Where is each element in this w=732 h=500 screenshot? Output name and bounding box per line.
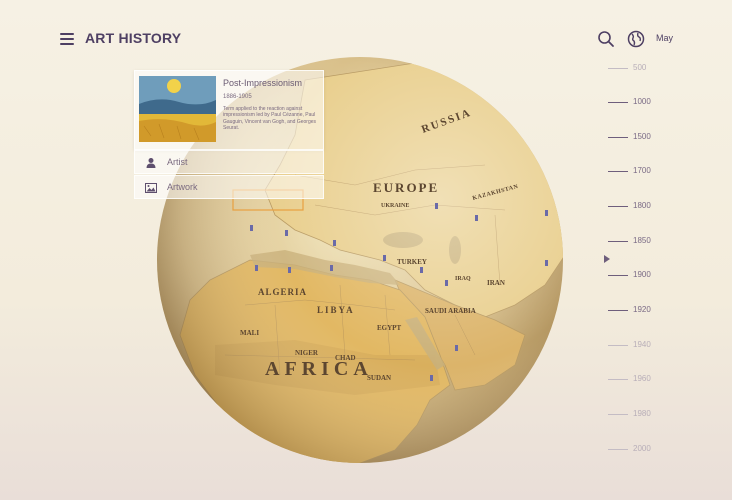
movement-description: Term applied to the reaction against imp… — [223, 106, 317, 131]
timeline-slider[interactable]: 500 1000 1500 1700 1800 1850 1900 1920 1… — [600, 55, 700, 465]
movement-years: 1886-1905 — [223, 94, 252, 100]
artwork-link[interactable]: Artwork — [134, 175, 324, 199]
map-label-europe: EUROPE — [373, 180, 439, 195]
map-pin[interactable] — [288, 267, 291, 273]
map-pin[interactable] — [285, 230, 288, 236]
map-pin[interactable] — [250, 225, 253, 231]
movement-title: Post-Impressionism — [223, 78, 303, 88]
map-label-africa: AFRICA — [265, 358, 373, 380]
image-icon — [145, 181, 157, 193]
search-icon[interactable] — [597, 30, 615, 48]
map-label-mali: MALI — [240, 329, 259, 337]
timeline-marker-icon[interactable] — [604, 255, 610, 263]
language-selector[interactable]: May — [656, 33, 673, 43]
map-pin[interactable] — [430, 375, 433, 381]
map-label-saudi-arabia: SAUDI ARABIA — [425, 307, 476, 315]
map-pin[interactable] — [435, 203, 438, 209]
map-pin[interactable] — [545, 210, 548, 216]
map-label-algeria: ALGERIA — [258, 287, 307, 297]
map-label-niger: NIGER — [295, 349, 319, 357]
artwork-label: Artwork — [167, 182, 198, 192]
map-pin[interactable] — [333, 240, 336, 246]
map-pin[interactable] — [445, 280, 448, 286]
map-label-egypt: EGYPT — [377, 324, 401, 332]
person-icon — [145, 156, 157, 168]
map-pin[interactable] — [455, 345, 458, 351]
hamburger-menu-icon[interactable] — [60, 33, 74, 45]
globe-icon[interactable] — [627, 30, 645, 48]
app-title: ART HISTORY — [85, 30, 182, 46]
map-pin[interactable] — [255, 265, 258, 271]
map-pin[interactable] — [420, 267, 423, 273]
map-label-libya: LIBYA — [317, 305, 355, 315]
map-label-iran: IRAN — [487, 279, 505, 287]
map-pin[interactable] — [383, 255, 386, 261]
map-pin[interactable] — [545, 260, 548, 266]
map-label-iraq: IRAQ — [455, 276, 471, 282]
map-pin[interactable] — [475, 215, 478, 221]
map-label-ukraine: UKRAINE — [381, 203, 409, 209]
artist-link[interactable]: Artist — [134, 150, 324, 174]
movement-info-card[interactable]: Post-Impressionism 1886-1905 Term applie… — [134, 70, 324, 150]
artist-label: Artist — [167, 157, 188, 167]
map-pin[interactable] — [330, 265, 333, 271]
artwork-thumbnail — [139, 76, 216, 142]
map-label-turkey: TURKEY — [397, 258, 427, 266]
